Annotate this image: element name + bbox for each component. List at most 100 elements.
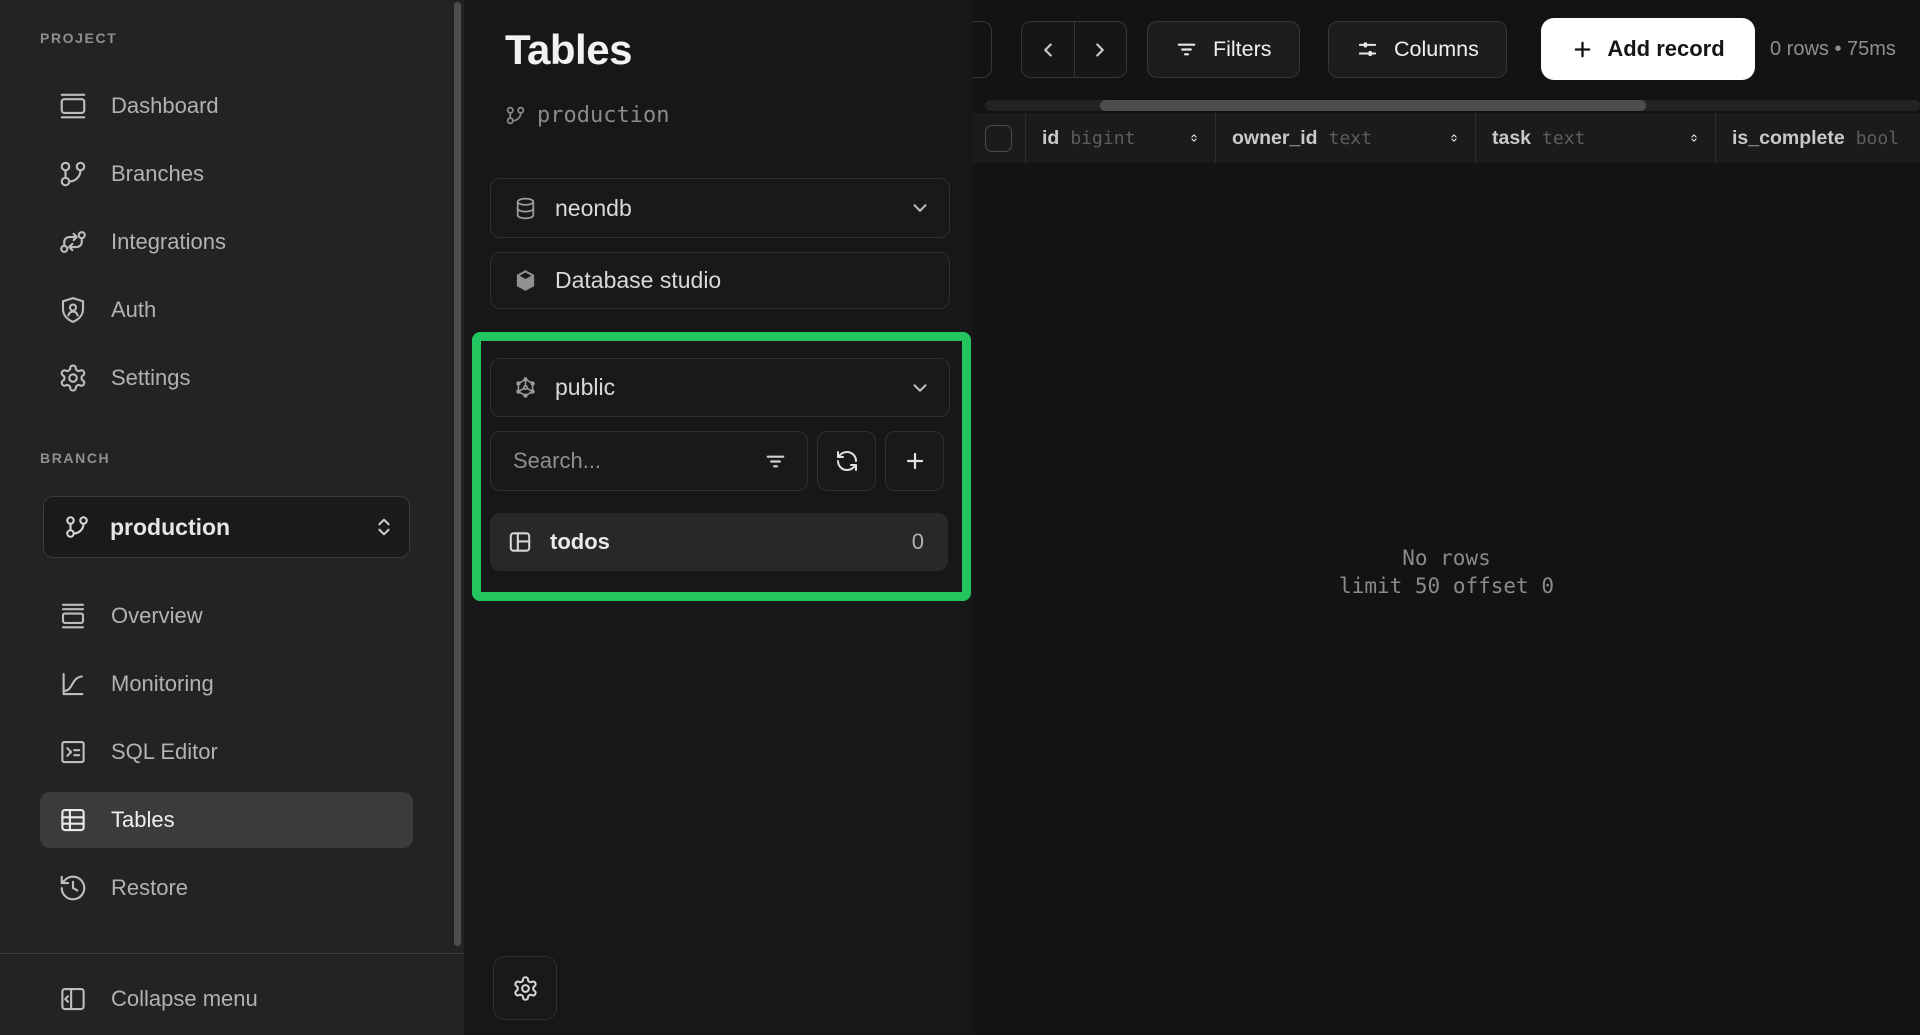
sidebar-item-label: Branches <box>111 161 204 187</box>
filter-icon <box>1175 38 1198 61</box>
sidebar-item-label: Monitoring <box>111 671 214 697</box>
column-header-is-complete[interactable]: is_complete bool <box>1715 113 1920 163</box>
branch-selector-value: production <box>110 514 230 541</box>
plus-icon <box>1571 38 1594 61</box>
sort-icon[interactable] <box>1681 129 1699 147</box>
add-table-button[interactable] <box>885 431 944 491</box>
columns-button[interactable]: Columns <box>1328 21 1507 78</box>
chevron-down-icon <box>909 377 931 399</box>
prev-page-button[interactable] <box>1022 22 1074 77</box>
empty-state: No rows limit 50 offset 0 <box>973 544 1920 600</box>
search-input[interactable] <box>513 448 743 474</box>
next-page-button[interactable] <box>1074 22 1126 77</box>
sliders-icon <box>1356 38 1379 61</box>
pagination-control <box>1021 21 1127 78</box>
grid-header-row: id bigint owner_id text task text <box>973 113 1920 163</box>
settings-gear-icon <box>58 363 88 393</box>
database-selector-value: neondb <box>555 195 632 222</box>
sidebar-item-label: Settings <box>111 365 191 391</box>
filter-icon[interactable] <box>764 450 787 473</box>
gear-icon <box>512 975 539 1002</box>
branch-section-label: BRANCH <box>40 450 110 466</box>
refresh-icon <box>835 449 859 473</box>
git-branch-icon <box>505 105 526 126</box>
database-selector[interactable]: neondb <box>490 178 950 238</box>
plus-icon <box>903 449 927 473</box>
sidebar-item-label: Tables <box>111 807 175 833</box>
collapse-menu-button[interactable]: Collapse menu <box>40 971 413 1027</box>
chevron-left-icon <box>1037 39 1059 61</box>
sidebar-item-label: Integrations <box>111 229 226 255</box>
column-type: text <box>1542 128 1585 149</box>
column-header-owner-id[interactable]: owner_id text <box>1215 113 1475 163</box>
filters-button[interactable]: Filters <box>1147 21 1300 78</box>
column-name: owner_id <box>1232 127 1318 150</box>
schema-icon <box>513 375 538 400</box>
sidebar-item-settings[interactable]: Settings <box>40 350 413 406</box>
panel-settings-button[interactable] <box>493 956 557 1020</box>
sidebar-item-sql-editor[interactable]: SQL Editor <box>40 724 413 780</box>
table-search-box <box>490 431 808 491</box>
column-header-task[interactable]: task text <box>1475 113 1715 163</box>
filters-button-label: Filters <box>1213 37 1272 62</box>
horizontal-scrollbar-thumb[interactable] <box>1100 100 1646 111</box>
sidebar-item-branches[interactable]: Branches <box>40 146 413 202</box>
select-all-checkbox[interactable] <box>985 125 1012 152</box>
column-name: task <box>1492 127 1531 150</box>
table-list-item-todos[interactable]: todos 0 <box>490 513 948 571</box>
sidebar-item-overview[interactable]: Overview <box>40 588 413 644</box>
sidebar-item-restore[interactable]: Restore <box>40 860 413 916</box>
refresh-tables-button[interactable] <box>817 431 876 491</box>
sidebar-item-label: Overview <box>111 603 203 629</box>
sidebar-item-integrations[interactable]: Integrations <box>40 214 413 270</box>
column-header-id[interactable]: id bigint <box>1025 113 1215 163</box>
schema-selector[interactable]: public <box>490 358 950 417</box>
empty-state-line2: limit 50 offset 0 <box>973 572 1920 600</box>
sidebar-scrollbar[interactable] <box>454 2 461 946</box>
add-record-label: Add record <box>1607 36 1724 62</box>
database-studio-button[interactable]: Database studio <box>490 252 950 309</box>
column-name: id <box>1042 127 1059 150</box>
table-search-row <box>490 431 950 491</box>
sort-icon[interactable] <box>1441 129 1459 147</box>
auth-shield-icon <box>58 295 88 325</box>
data-grid-panel: Filters Columns Add record 0 rows • 75ms… <box>973 0 1920 1035</box>
database-icon <box>513 196 538 221</box>
branch-indicator-name: production <box>537 103 669 128</box>
table-name: todos <box>550 529 610 555</box>
database-studio-box-icon <box>513 268 538 293</box>
sidebar-item-dashboard[interactable]: Dashboard <box>40 78 413 134</box>
sidebar-item-label: Restore <box>111 875 188 901</box>
sidebar-item-monitoring[interactable]: Monitoring <box>40 656 413 712</box>
branch-indicator: production <box>505 103 669 128</box>
dashboard-icon <box>58 91 88 121</box>
sidebar-footer-divider <box>0 953 464 954</box>
project-section-label: PROJECT <box>40 30 117 46</box>
select-all-cell <box>973 113 1025 163</box>
sidebar-item-tables[interactable]: Tables <box>40 792 413 848</box>
column-type: text <box>1329 128 1372 149</box>
tables-panel: Tables production neondb Database studio <box>464 0 973 1035</box>
monitoring-chart-icon <box>58 669 88 699</box>
overview-icon <box>58 601 88 631</box>
neon-console-app: PROJECT Dashboard Branches Integrations <box>0 0 1920 1035</box>
sidebar-item-label: SQL Editor <box>111 739 218 765</box>
sql-editor-icon <box>58 737 88 767</box>
git-branch-icon <box>64 514 90 540</box>
horizontal-scrollbar-track[interactable] <box>985 100 1920 111</box>
sort-icon[interactable] <box>1181 129 1199 147</box>
column-type: bool <box>1856 128 1899 149</box>
chevrons-up-down-icon <box>373 516 395 538</box>
sidebar-footer: Collapse menu <box>40 971 413 1027</box>
cut-off-toolbar-button[interactable] <box>973 21 992 78</box>
git-branch-icon <box>58 159 88 189</box>
add-record-button[interactable]: Add record <box>1541 18 1755 80</box>
integrations-icon <box>58 227 88 257</box>
tables-icon <box>58 805 88 835</box>
branch-selector[interactable]: production <box>43 496 410 558</box>
chevron-down-icon <box>909 197 931 219</box>
sidebar-item-auth[interactable]: Auth <box>40 282 413 338</box>
panel-collapse-icon <box>58 984 88 1014</box>
chevron-right-icon <box>1089 39 1111 61</box>
branch-nav-group: Overview Monitoring SQL Editor Tables <box>40 588 413 916</box>
